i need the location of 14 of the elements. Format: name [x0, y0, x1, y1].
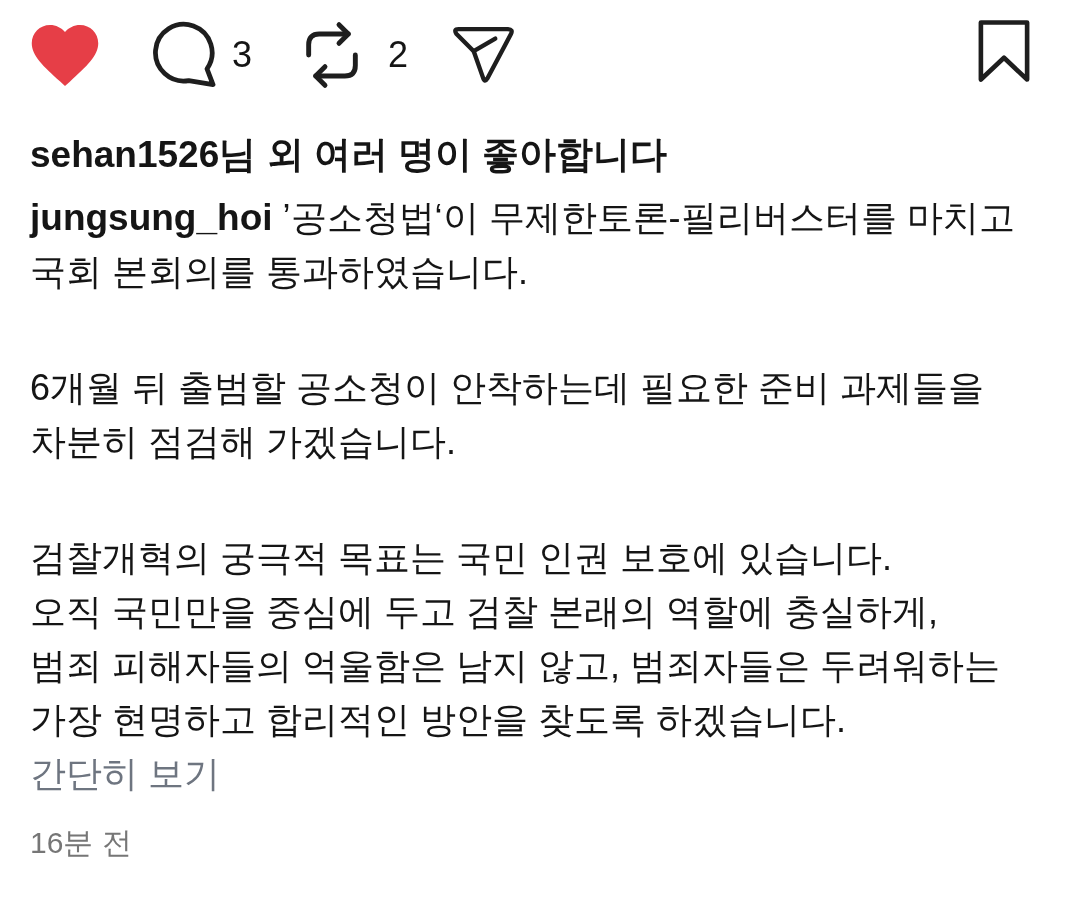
caption-paragraph: jungsung_hoi ’공소청법‘이 무제한토론-필리버스터를 마치고 국회 본회의를 통과하였습니다.: [30, 196, 1016, 294]
username-link[interactable]: jungsung_hoi: [30, 197, 273, 238]
paper-plane-icon[interactable]: [450, 25, 517, 85]
collapse-link[interactable]: 간단히 보기: [30, 753, 220, 794]
speech-bubble-icon: [152, 21, 218, 89]
heart-icon[interactable]: [30, 24, 100, 86]
repost-button[interactable]: 2: [304, 20, 409, 90]
caption-paragraph: 6개월 뒤 출범할 공소청이 안착하는데 필요한 준비 과제들을 차분히 점검해 가겠습니다.: [30, 366, 986, 464]
likes-summary: sehan1526님 외 여러 명이 좋아합니다: [30, 133, 669, 177]
timestamp: 16분 전: [30, 825, 133, 861]
bookmark-icon[interactable]: [978, 20, 1030, 82]
comment-button[interactable]: 3: [152, 21, 253, 89]
repost-arrows-icon: [304, 20, 361, 90]
caption-paragraph: 검찰개혁의 궁극적 목표는 국민 인권 보호에 있습니다. 오직 국민만을 중심에 두고 검찰 본래의 역할에 충실하게, 범죄 피해자들의 억울함은 남지 않고, 범죄자들은 두려워하는 가장 현명하고 합리적인 방안을 찾도록 하겠습니다. 간단히 보기: [30, 536, 1001, 796]
